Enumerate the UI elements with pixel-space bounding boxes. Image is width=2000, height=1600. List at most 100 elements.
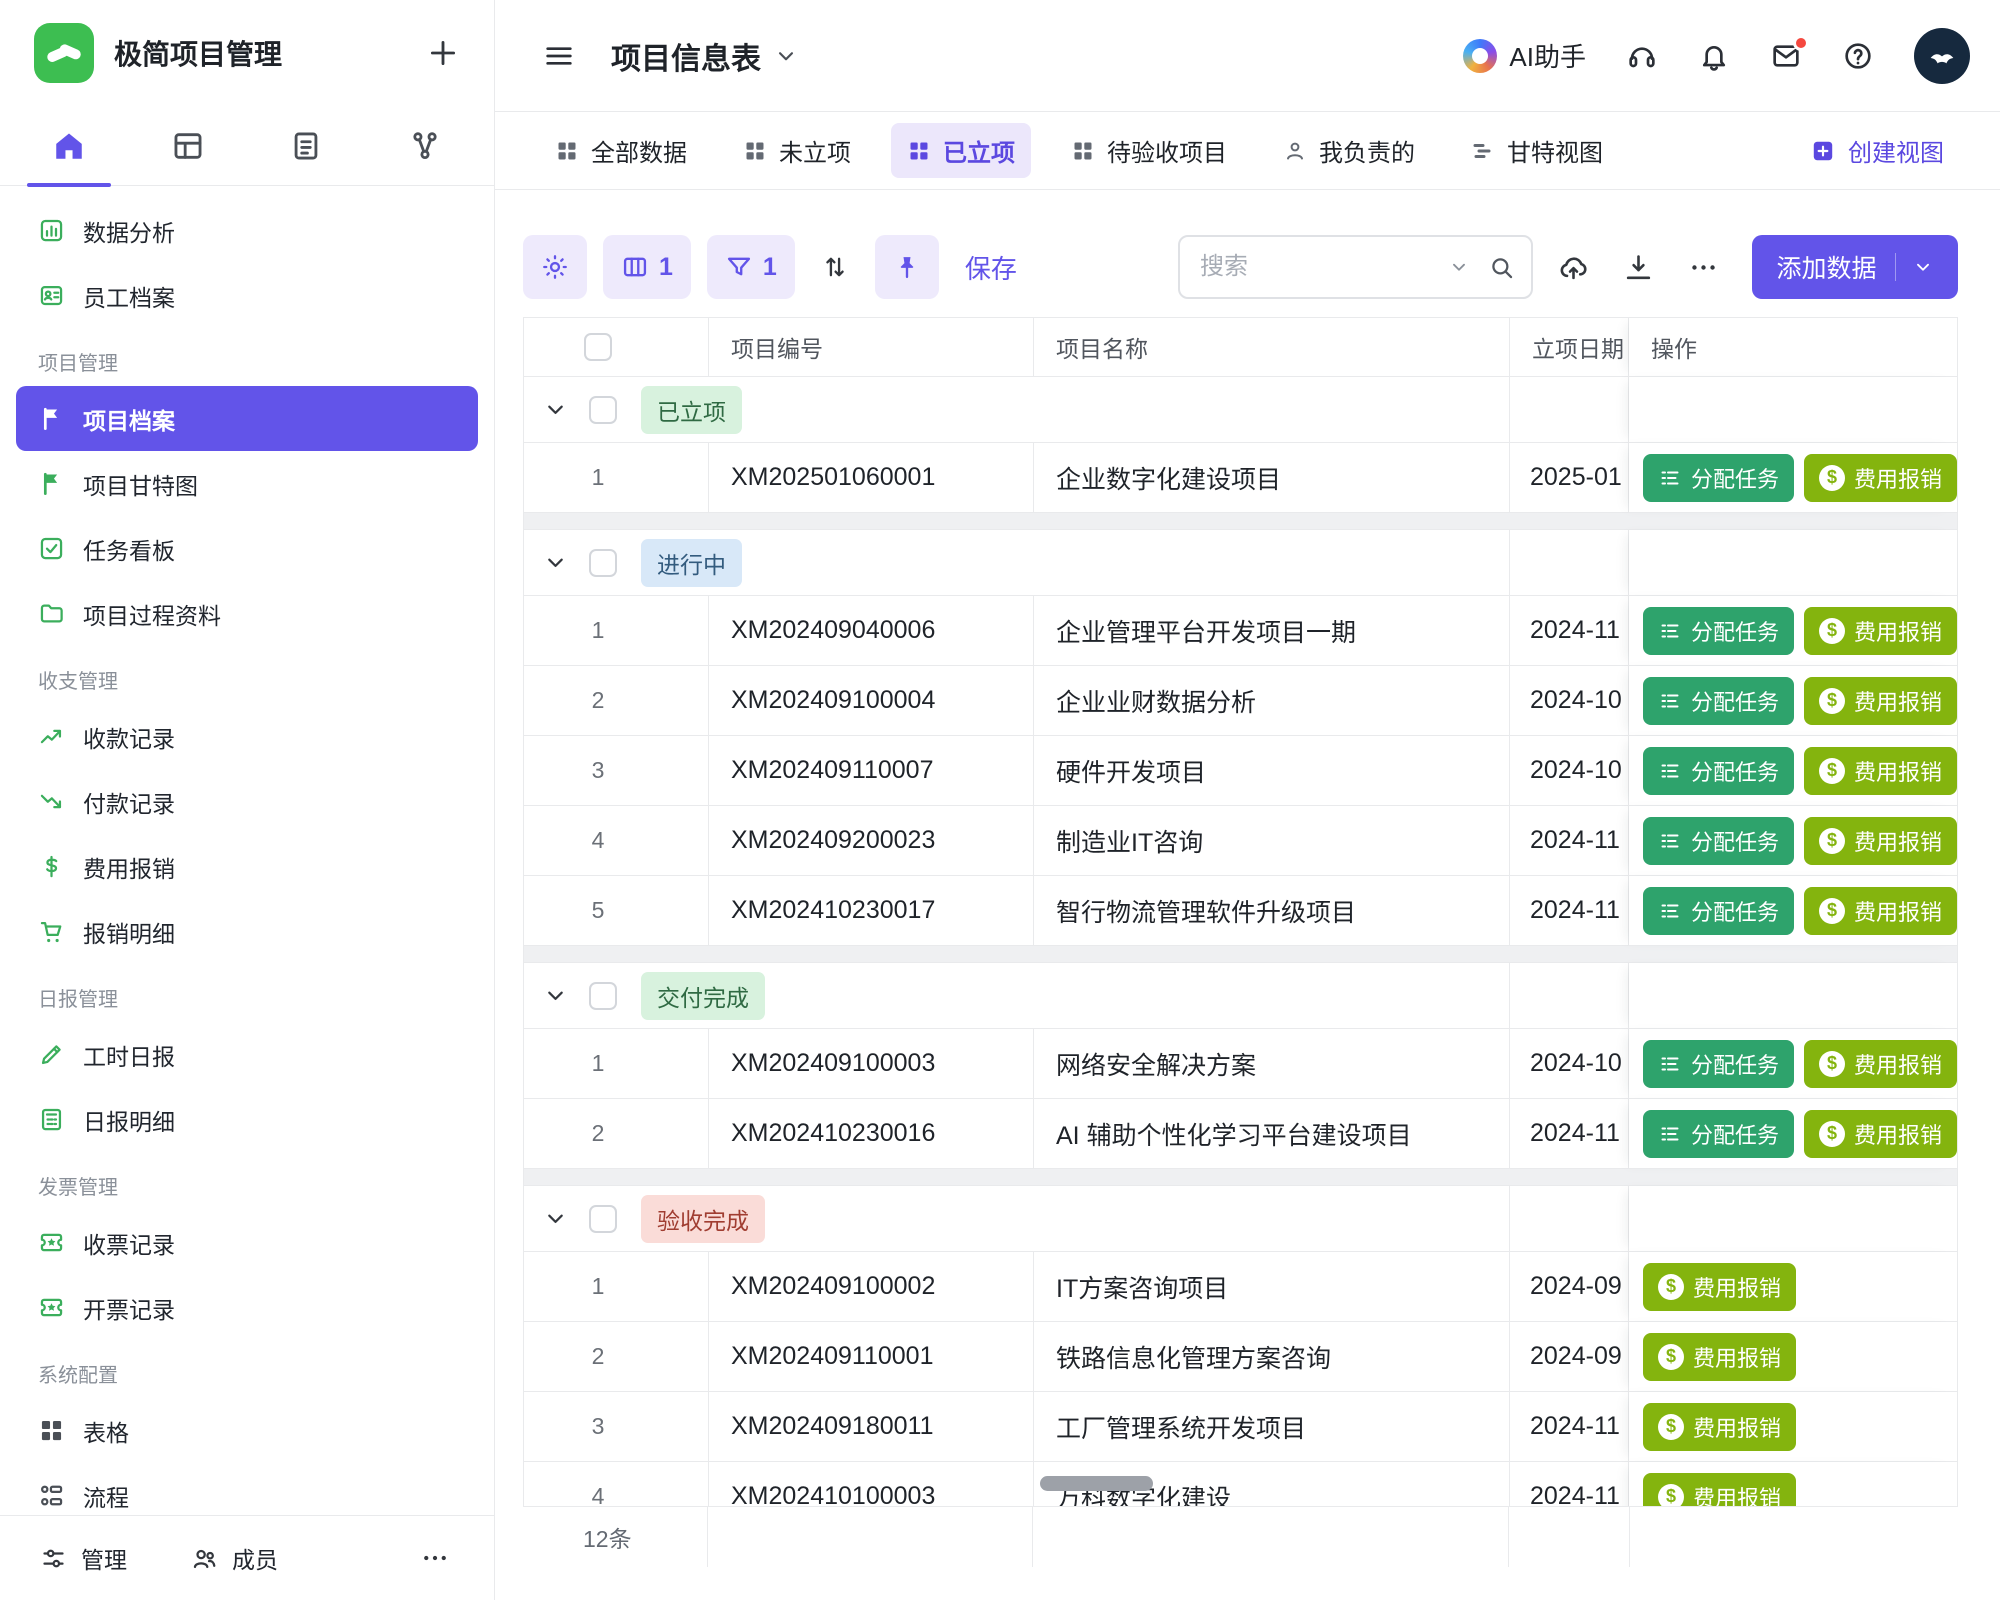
export-icon[interactable] xyxy=(1623,252,1654,283)
project-code-cell[interactable]: XM202409100004 xyxy=(709,666,1034,736)
project-date-cell[interactable]: 2024-11 xyxy=(1510,876,1629,946)
notifications-icon[interactable] xyxy=(1698,40,1730,72)
add-workspace-icon[interactable] xyxy=(426,36,460,70)
view-settings-button[interactable] xyxy=(523,235,587,299)
search-icon[interactable] xyxy=(1488,254,1515,281)
view-tab-3[interactable]: 待验收项目 xyxy=(1055,123,1243,178)
project-date-cell[interactable]: 2024-11 xyxy=(1510,806,1629,876)
field-config-button[interactable]: 1 xyxy=(603,235,691,299)
project-code-cell[interactable]: XM202409110007 xyxy=(709,736,1034,806)
help-icon[interactable] xyxy=(1842,40,1874,72)
assign-task-button[interactable]: 分配任务 xyxy=(1643,1040,1794,1088)
expense-claim-button[interactable]: $费用报销 xyxy=(1804,887,1957,935)
table-row[interactable]: 1XM202409100002IT方案咨询项目2024-09$费用报销 xyxy=(524,1252,1957,1322)
project-code-cell[interactable]: XM202409100003 xyxy=(709,1029,1034,1099)
project-name-cell[interactable]: 制造业IT咨询 xyxy=(1034,806,1510,876)
table-row[interactable]: 4XM202409200023制造业IT咨询2024-11分配任务$费用报销 xyxy=(524,806,1957,876)
sidebar-item[interactable]: 员工档案 xyxy=(16,263,478,328)
project-code-cell[interactable]: XM202409200023 xyxy=(709,806,1034,876)
expense-claim-button[interactable]: $费用报销 xyxy=(1643,1333,1796,1381)
project-name-cell[interactable]: 企业业财数据分析 xyxy=(1034,666,1510,736)
project-code-cell[interactable]: XM202409040006 xyxy=(709,596,1034,666)
assign-task-button[interactable]: 分配任务 xyxy=(1643,677,1794,725)
group-checkbox[interactable] xyxy=(589,982,617,1010)
sidebar-item[interactable]: 项目过程资料 xyxy=(16,581,478,646)
project-date-cell[interactable]: 2024-11 xyxy=(1510,1462,1629,1506)
project-date-cell[interactable]: 2024-09 xyxy=(1510,1252,1629,1322)
expense-claim-button[interactable]: $费用报销 xyxy=(1643,1403,1796,1451)
ai-assistant-button[interactable]: AI助手 xyxy=(1463,37,1586,74)
sidebar-item[interactable]: 费用报销 xyxy=(16,834,478,899)
workflow-icon[interactable] xyxy=(408,129,442,163)
support-icon[interactable] xyxy=(1626,40,1658,72)
project-date-cell[interactable]: 2024-10 xyxy=(1510,1029,1629,1099)
table-row[interactable]: 2XM202410230016AI 辅助个性化学习平台建设项目2024-11分配… xyxy=(524,1099,1957,1169)
table-row[interactable]: 1XM202409100003网络安全解决方案2024-10分配任务$费用报销 xyxy=(524,1029,1957,1099)
horizontal-scrollbar-thumb[interactable] xyxy=(1040,1476,1153,1491)
table-row[interactable]: 4XM202410100003万科数字化建设2024-11$费用报销 xyxy=(524,1462,1957,1506)
sort-button[interactable] xyxy=(811,235,859,299)
sidebar-item[interactable]: 工时日报 xyxy=(16,1022,478,1087)
sidebar-item[interactable]: 收款记录 xyxy=(16,704,478,769)
assign-task-button[interactable]: 分配任务 xyxy=(1643,747,1794,795)
project-date-cell[interactable]: 2024-11 xyxy=(1510,1099,1629,1169)
import-icon[interactable] xyxy=(1558,252,1589,283)
title-dropdown-icon[interactable] xyxy=(773,43,799,69)
assign-task-button[interactable]: 分配任务 xyxy=(1643,1110,1794,1158)
project-name-cell[interactable]: 企业数字化建设项目 xyxy=(1034,443,1510,513)
expense-claim-button[interactable]: $费用报销 xyxy=(1804,747,1957,795)
sidebar-item[interactable]: 开票记录 xyxy=(16,1275,478,1340)
expense-claim-button[interactable]: $费用报销 xyxy=(1804,1040,1957,1088)
project-code-cell[interactable]: XM202410230017 xyxy=(709,876,1034,946)
project-code-cell[interactable]: XM202409100002 xyxy=(709,1252,1034,1322)
sidebar-item[interactable]: 日报明细 xyxy=(16,1087,478,1152)
expense-claim-button[interactable]: $费用报销 xyxy=(1804,677,1957,725)
project-date-cell[interactable]: 2025-01 xyxy=(1510,443,1629,513)
project-name-cell[interactable]: AI 辅助个性化学习平台建设项目 xyxy=(1034,1099,1510,1169)
assign-task-button[interactable]: 分配任务 xyxy=(1643,887,1794,935)
assign-task-button[interactable]: 分配任务 xyxy=(1643,817,1794,865)
project-name-cell[interactable]: 硬件开发项目 xyxy=(1034,736,1510,806)
expense-claim-button[interactable]: $费用报销 xyxy=(1804,454,1957,502)
group-collapse-icon[interactable] xyxy=(542,396,569,423)
sidebar-item[interactable]: 表格 xyxy=(16,1398,478,1463)
view-tab-1[interactable]: 未立项 xyxy=(727,123,867,178)
inbox-button[interactable] xyxy=(1770,40,1802,72)
expense-claim-button[interactable]: $费用报销 xyxy=(1643,1473,1796,1507)
group-checkbox[interactable] xyxy=(589,396,617,424)
menu-toggle-icon[interactable] xyxy=(543,40,575,72)
table-view-icon[interactable] xyxy=(171,129,205,163)
home-icon[interactable] xyxy=(52,129,86,163)
project-code-cell[interactable]: XM202409110001 xyxy=(709,1322,1034,1392)
expense-claim-button[interactable]: $费用报销 xyxy=(1804,1110,1957,1158)
search-input[interactable] xyxy=(1200,253,1436,281)
document-icon[interactable] xyxy=(289,129,323,163)
project-name-cell[interactable]: 网络安全解决方案 xyxy=(1034,1029,1510,1099)
assign-task-button[interactable]: 分配任务 xyxy=(1643,607,1794,655)
column-header-code[interactable]: 项目编号 xyxy=(709,318,1034,377)
pin-button[interactable] xyxy=(875,235,939,299)
expense-claim-button[interactable]: $费用报销 xyxy=(1804,607,1957,655)
table-row[interactable]: 1XM202501060001企业数字化建设项目2025-01分配任务$费用报销 xyxy=(524,443,1957,513)
sidebar-item[interactable]: 付款记录 xyxy=(16,769,478,834)
sidebar-item[interactable]: 报销明细 xyxy=(16,899,478,964)
project-date-cell[interactable]: 2024-09 xyxy=(1510,1322,1629,1392)
members-button[interactable]: 成员 xyxy=(191,1541,278,1575)
user-avatar[interactable] xyxy=(1914,28,1970,84)
view-tab-2[interactable]: 已立项 xyxy=(891,123,1031,178)
view-tab-6[interactable]: 创建视图 xyxy=(1794,123,1960,178)
project-date-cell[interactable]: 2024-11 xyxy=(1510,1392,1629,1462)
table-row[interactable]: 2XM202409100004企业业财数据分析2024-10分配任务$费用报销 xyxy=(524,666,1957,736)
project-date-cell[interactable]: 2024-10 xyxy=(1510,736,1629,806)
project-code-cell[interactable]: XM202410100003 xyxy=(709,1462,1034,1506)
table-row[interactable]: 1XM202409040006企业管理平台开发项目一期2024-11分配任务$费… xyxy=(524,596,1957,666)
sidebar-item[interactable]: 项目档案 xyxy=(16,386,478,451)
group-checkbox[interactable] xyxy=(589,1205,617,1233)
group-checkbox[interactable] xyxy=(589,549,617,577)
table-row[interactable]: 2XM202409110001铁路信息化管理方案咨询2024-09$费用报销 xyxy=(524,1322,1957,1392)
manage-button[interactable]: 管理 xyxy=(40,1541,127,1575)
save-button[interactable]: 保存 xyxy=(965,249,1017,286)
table-row[interactable]: 3XM202409180011工厂管理系统开发项目2024-11$费用报销 xyxy=(524,1392,1957,1462)
expense-claim-button[interactable]: $费用报销 xyxy=(1643,1263,1796,1311)
view-tab-0[interactable]: 全部数据 xyxy=(539,123,703,178)
